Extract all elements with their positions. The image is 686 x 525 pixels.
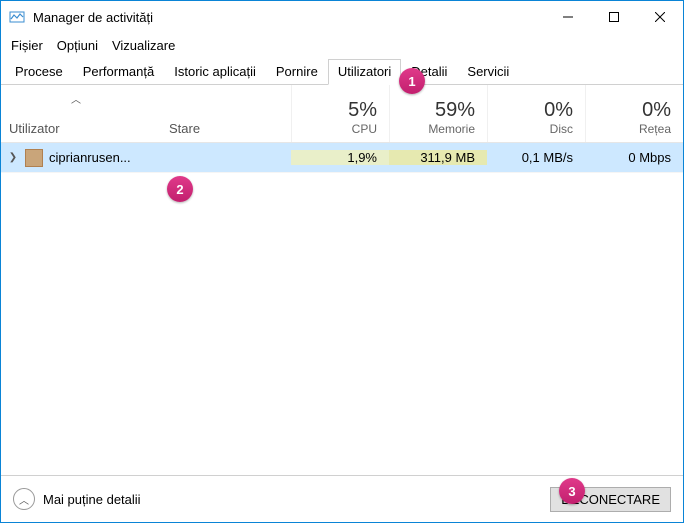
- column-header-disk[interactable]: 0% Disc: [487, 85, 585, 142]
- tab-details[interactable]: Detalii: [401, 59, 457, 85]
- disk-usage-total: 0%: [544, 99, 573, 122]
- disconnect-button[interactable]: DECONECTARE: [550, 487, 671, 512]
- footer-bar: ︿ Mai puține detalii DECONECTARE: [1, 476, 683, 522]
- menu-file[interactable]: Fișier: [11, 38, 43, 53]
- user-cell: ❯ ciprianrusen...: [1, 149, 161, 167]
- tab-processes[interactable]: Procese: [5, 59, 73, 85]
- network-label: Rețea: [639, 122, 671, 136]
- column-header-network[interactable]: 0% Rețea: [585, 85, 683, 142]
- memory-usage-total: 59%: [435, 99, 475, 122]
- menu-bar: Fișier Opțiuni Vizualizare: [1, 33, 683, 57]
- network-cell: 0 Mbps: [585, 150, 683, 165]
- cpu-label: CPU: [352, 122, 377, 136]
- column-header-memory[interactable]: 59% Memorie: [389, 85, 487, 142]
- tab-history[interactable]: Istoric aplicații: [164, 59, 266, 85]
- tab-performance[interactable]: Performanță: [73, 59, 165, 85]
- cpu-cell: 1,9%: [291, 150, 389, 165]
- tab-services[interactable]: Servicii: [457, 59, 519, 85]
- task-manager-window: 1 2 3 Manager de activități Fișier Opțiu…: [0, 0, 684, 523]
- network-usage-total: 0%: [642, 99, 671, 122]
- close-button[interactable]: [637, 1, 683, 33]
- column-header-user-label: Utilizator: [9, 121, 161, 136]
- column-header-cpu[interactable]: 5% CPU: [291, 85, 389, 142]
- fewer-details-label: Mai puține detalii: [43, 492, 141, 507]
- app-icon: [9, 9, 25, 25]
- tab-users[interactable]: Utilizatori: [328, 59, 401, 85]
- user-name: ciprianrusen...: [49, 150, 131, 165]
- disk-label: Disc: [550, 122, 573, 136]
- content-area: ︿ Utilizator Stare 5% CPU 59% Memorie 0%…: [1, 85, 683, 476]
- maximize-button[interactable]: [591, 1, 637, 33]
- title-bar: Manager de activități: [1, 1, 683, 33]
- column-headers: ︿ Utilizator Stare 5% CPU 59% Memorie 0%…: [1, 85, 683, 143]
- tab-bar: Procese Performanță Istoric aplicații Po…: [1, 57, 683, 85]
- chevron-up-icon: ︿: [13, 488, 35, 510]
- expand-toggle-icon[interactable]: ❯: [7, 152, 19, 163]
- menu-view[interactable]: Vizualizare: [112, 38, 175, 53]
- column-header-status[interactable]: Stare: [161, 85, 291, 142]
- window-title: Manager de activități: [33, 10, 545, 25]
- user-row[interactable]: ❯ ciprianrusen... 1,9% 311,9 MB 0,1 MB/s…: [1, 143, 683, 173]
- user-avatar-icon: [25, 149, 43, 167]
- tab-startup[interactable]: Pornire: [266, 59, 328, 85]
- cpu-usage-total: 5%: [348, 99, 377, 122]
- menu-options[interactable]: Opțiuni: [57, 38, 98, 53]
- memory-cell: 311,9 MB: [389, 150, 487, 165]
- column-header-user[interactable]: ︿ Utilizator: [1, 85, 161, 142]
- sort-indicator-icon: ︿: [71, 91, 81, 106]
- disk-cell: 0,1 MB/s: [487, 150, 585, 165]
- column-header-status-label: Stare: [169, 121, 200, 136]
- fewer-details-toggle[interactable]: ︿ Mai puține detalii: [13, 488, 141, 510]
- memory-label: Memorie: [428, 122, 475, 136]
- minimize-button[interactable]: [545, 1, 591, 33]
